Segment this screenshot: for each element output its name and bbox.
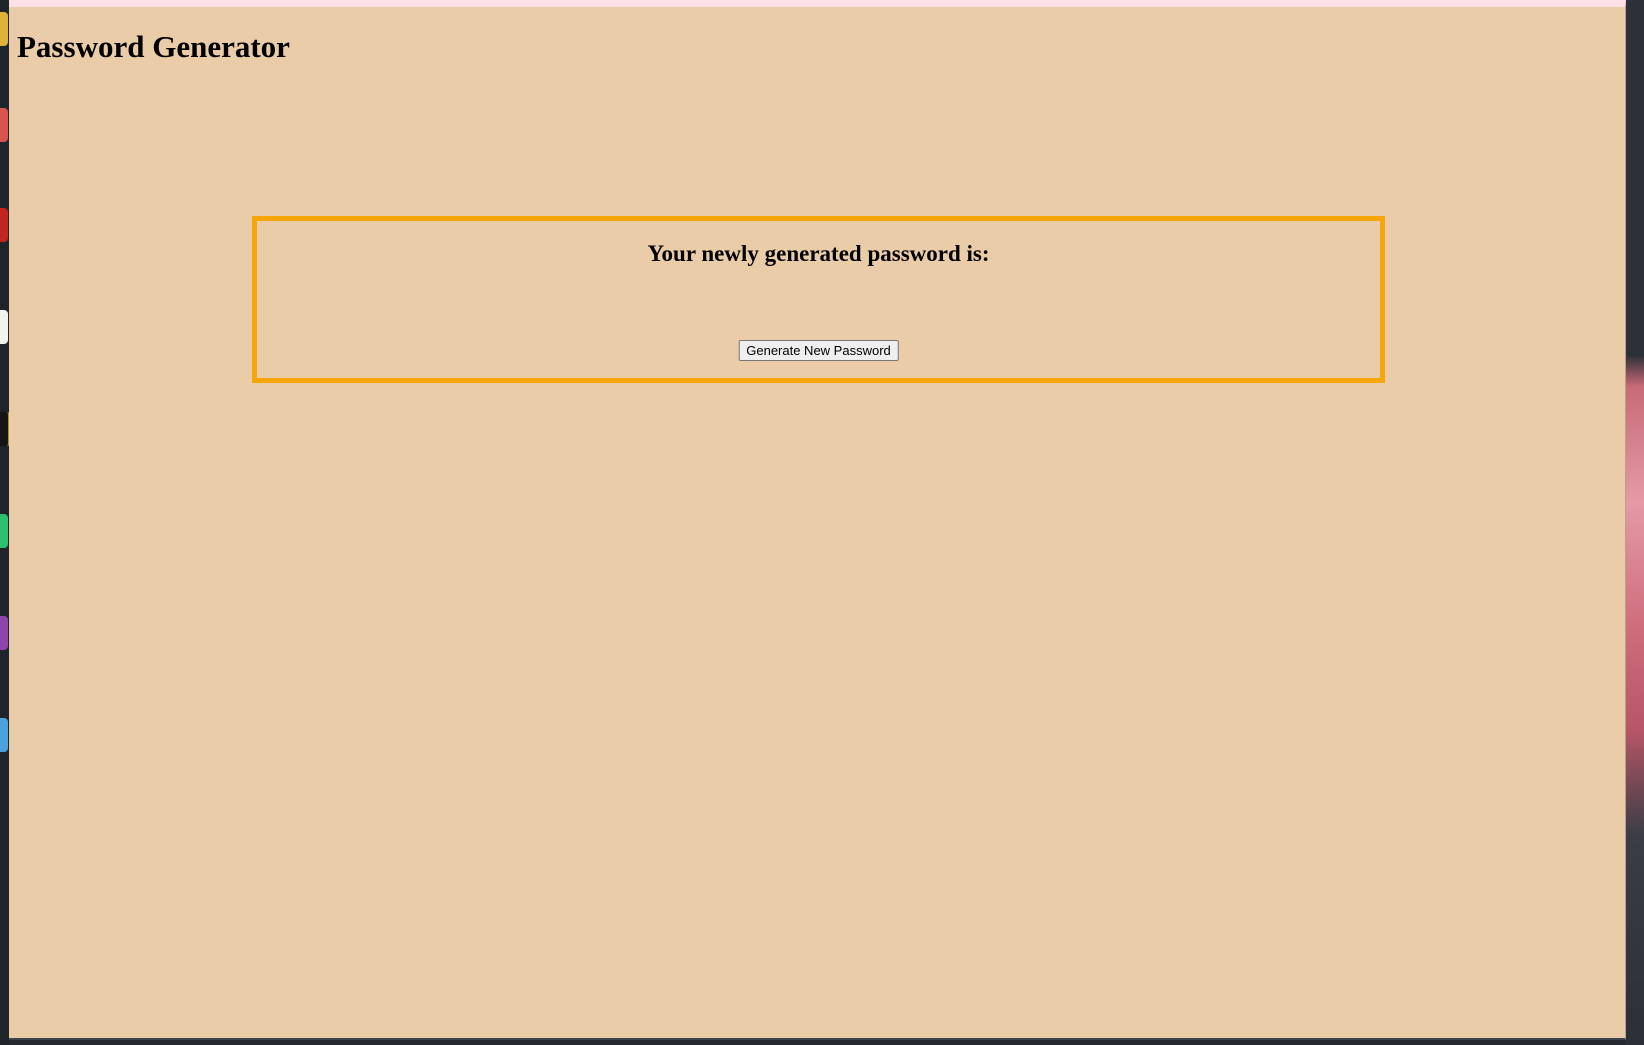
page-title: Password Generator	[17, 29, 290, 64]
app-shortcut-icon[interactable]	[0, 412, 9, 446]
password-output	[257, 283, 1380, 313]
app-shortcut-icon[interactable]	[0, 12, 8, 46]
app-shortcut-icon[interactable]	[0, 208, 8, 242]
app-shortcut-label	[0, 362, 9, 384]
app-shortcut-icon[interactable]	[0, 108, 8, 142]
app-shortcut-icon[interactable]	[0, 616, 8, 650]
app-shortcut-label	[0, 772, 9, 794]
app-shortcut-label	[0, 152, 9, 174]
password-panel: Your newly generated password is: Genera…	[252, 216, 1385, 383]
app-shortcut-label	[0, 262, 9, 284]
app-shortcut-label	[0, 56, 9, 78]
desktop-wallpaper	[1626, 0, 1644, 1045]
app-shortcut-label	[0, 566, 9, 588]
password-heading: Your newly generated password is:	[647, 241, 990, 266]
app-shortcut-icon[interactable]	[0, 514, 8, 548]
app-shortcut-label	[0, 670, 9, 692]
app-shortcut-icon[interactable]	[0, 310, 8, 344]
app-shortcut-label	[0, 466, 9, 488]
browser-window: Password Generator Your newly generated …	[9, 0, 1626, 1040]
desktop: Password Generator Your newly generated …	[0, 0, 1644, 1045]
app-shortcut-icon[interactable]	[0, 718, 8, 752]
generate-password-button[interactable]: Generate New Password	[738, 340, 899, 361]
desktop-icon-strip	[0, 0, 9, 1045]
